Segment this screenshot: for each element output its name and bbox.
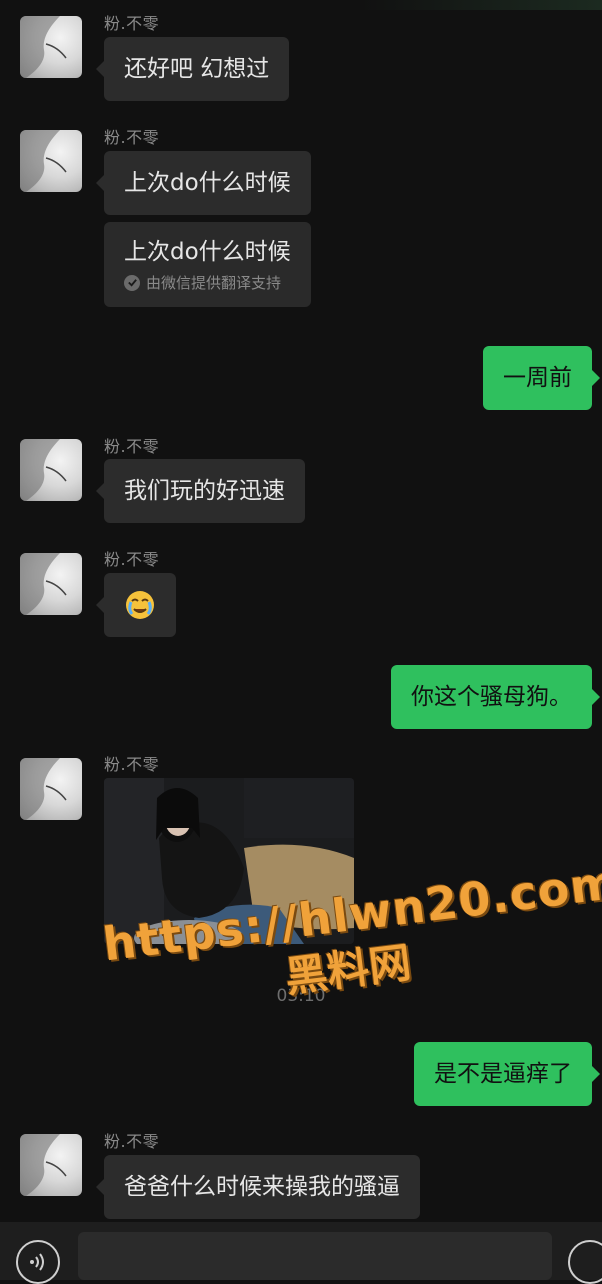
message-bubble-outgoing[interactable]: 一周前: [483, 346, 600, 410]
avatar[interactable]: [20, 439, 82, 501]
message-bubble[interactable]: 我们玩的好迅速: [96, 459, 305, 523]
avatar[interactable]: [20, 553, 82, 615]
status-strip: [0, 0, 602, 10]
avatar[interactable]: [20, 1134, 82, 1196]
sender-name: 粉.不零: [104, 437, 160, 456]
message-bubble[interactable]: 还好吧 幻想过: [95, 37, 290, 101]
sender-name: 粉.不零: [104, 550, 160, 569]
input-bar: [0, 1222, 602, 1284]
message-bubble[interactable]: 爸爸什么时候来操我的骚逼: [96, 1155, 420, 1219]
translation-text: 上次do什么时候: [124, 239, 291, 265]
message-bubble-outgoing[interactable]: 你这个骚母狗。: [391, 665, 600, 729]
sender-name: 粉.不零: [104, 1132, 160, 1151]
voice-icon[interactable]: [16, 1240, 60, 1284]
message-input[interactable]: [78, 1232, 552, 1280]
translation-note-text: 由微信提供翻译支持: [146, 274, 282, 292]
avatar[interactable]: [20, 758, 82, 820]
check-icon: [124, 274, 140, 291]
avatar[interactable]: [20, 16, 82, 78]
emoji-icon[interactable]: [568, 1240, 602, 1284]
translation-note: 由微信提供翻译支持: [124, 272, 291, 293]
avatar[interactable]: [20, 130, 82, 192]
sender-name: 粉.不零: [104, 14, 160, 33]
message-bubble-outgoing[interactable]: 是不是逼痒了: [414, 1042, 600, 1106]
translation-card[interactable]: 上次do什么时候 由微信提供翻译支持: [104, 222, 311, 307]
message-bubble[interactable]: 上次do什么时候: [96, 151, 311, 215]
sender-name: 粉.不零: [104, 755, 160, 774]
sender-name: 粉.不零: [104, 128, 160, 147]
crying-face-icon: [126, 591, 154, 619]
emoji-message[interactable]: [96, 573, 176, 637]
